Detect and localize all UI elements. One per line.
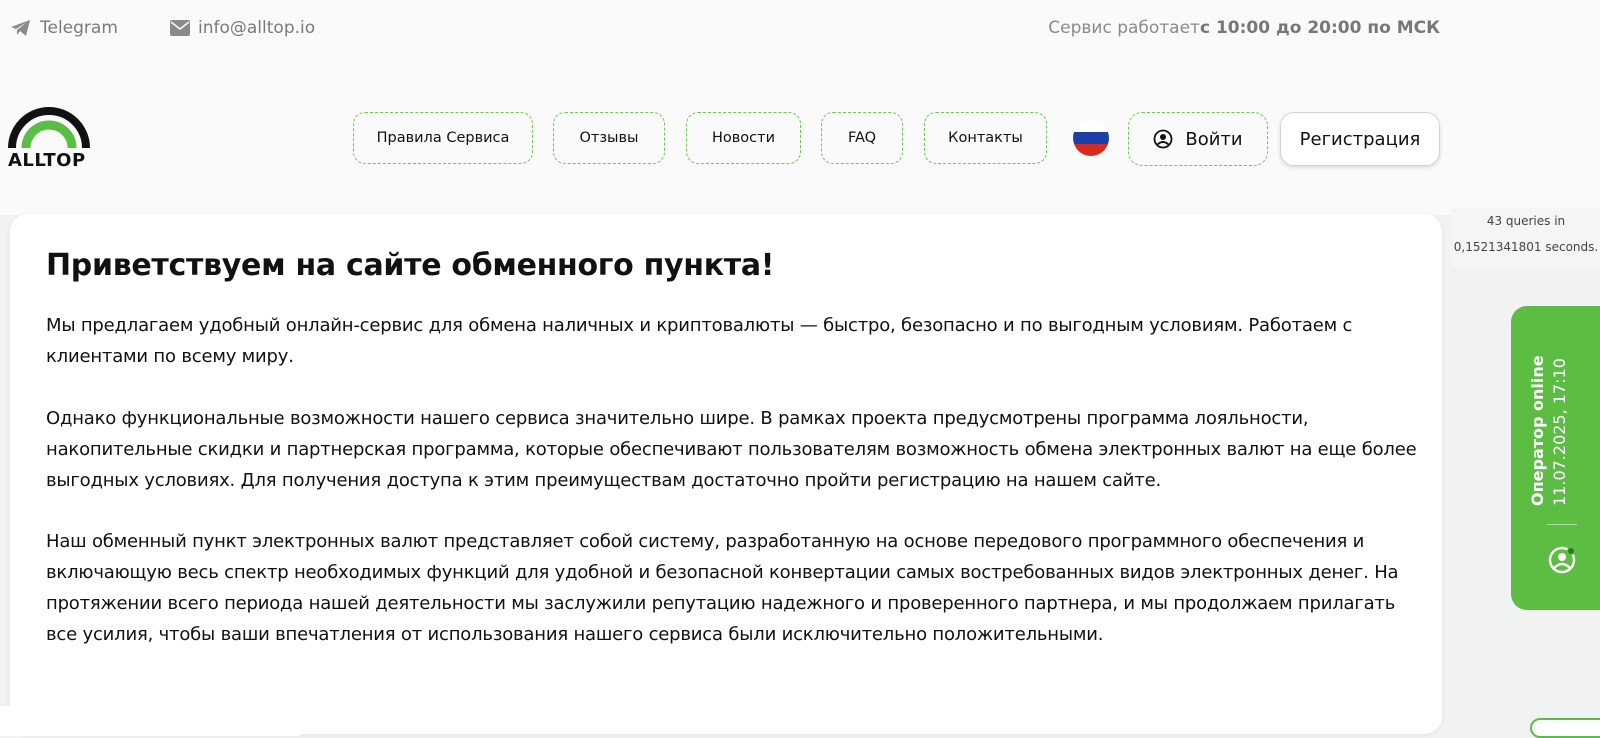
queries-line-2: 0,1521341801 seconds.: [1453, 240, 1599, 254]
register-button[interactable]: Регистрация: [1280, 112, 1440, 166]
telegram-icon: [11, 20, 30, 36]
schedule-text: Сервис работаетс 10:00 до 20:00 по МСК: [1048, 18, 1440, 38]
alltop-logo[interactable]: ALLTOP: [8, 106, 90, 171]
operator-chat-widget[interactable]: Оператор online 11.07.2025, 17:10: [1511, 306, 1600, 610]
logo-text: ALLTOP: [8, 150, 86, 171]
schedule-prefix: Сервис работает: [1048, 18, 1200, 38]
top-info-bar: Telegram info@alltop.io Сервис работаетс…: [10, 18, 1440, 42]
logo-arc-icon: [8, 107, 90, 149]
nav-faq[interactable]: FAQ: [821, 112, 903, 164]
operator-status: Оператор online: [1528, 355, 1547, 506]
intro-paragraph: Мы предлагаем удобный онлайн-сервис для …: [46, 315, 1353, 367]
user-circle-icon: [1153, 129, 1173, 149]
page-title: Приветствуем на сайте обменного пункта!: [46, 248, 775, 283]
green-widget-edge[interactable]: [1530, 718, 1600, 738]
queries-line-1: 43 queries in: [1486, 214, 1566, 228]
nav-news[interactable]: Новости: [686, 112, 801, 164]
operator-avatar-icon: [1548, 546, 1576, 574]
flag-stripe-white: [1073, 120, 1109, 132]
nav-contacts[interactable]: Контакты: [924, 112, 1047, 164]
footer-edge: [0, 706, 300, 736]
debug-queries: 43 queries in 0,1521341801 seconds.: [1452, 208, 1600, 268]
login-label: Войти: [1185, 128, 1243, 150]
welcome-card: Приветствуем на сайте обменного пункта! …: [10, 214, 1442, 734]
telegram-label: Telegram: [40, 18, 118, 38]
flag-stripe-blue: [1073, 132, 1109, 144]
features-paragraph: Однако функциональные возможности нашего…: [46, 408, 1417, 491]
header: Telegram info@alltop.io Сервис работаетс…: [0, 0, 1600, 215]
schedule-hours: с 10:00 до 20:00 по МСК: [1199, 18, 1440, 38]
email-link[interactable]: info@alltop.io: [170, 18, 315, 38]
nav-reviews[interactable]: Отзывы: [553, 112, 665, 164]
nav-rules[interactable]: Правила Сервиса: [353, 112, 533, 164]
language-flag-ru[interactable]: [1073, 120, 1109, 156]
operator-divider: [1547, 524, 1577, 525]
flag-stripe-red: [1073, 144, 1109, 156]
operator-datetime: 11.07.2025, 17:10: [1550, 358, 1569, 506]
login-button[interactable]: Войти: [1128, 112, 1268, 166]
email-label: info@alltop.io: [198, 18, 316, 38]
about-paragraph: Наш обменный пункт электронных валют пре…: [46, 531, 1399, 645]
telegram-link[interactable]: Telegram: [10, 18, 118, 38]
mail-icon: [170, 20, 190, 36]
